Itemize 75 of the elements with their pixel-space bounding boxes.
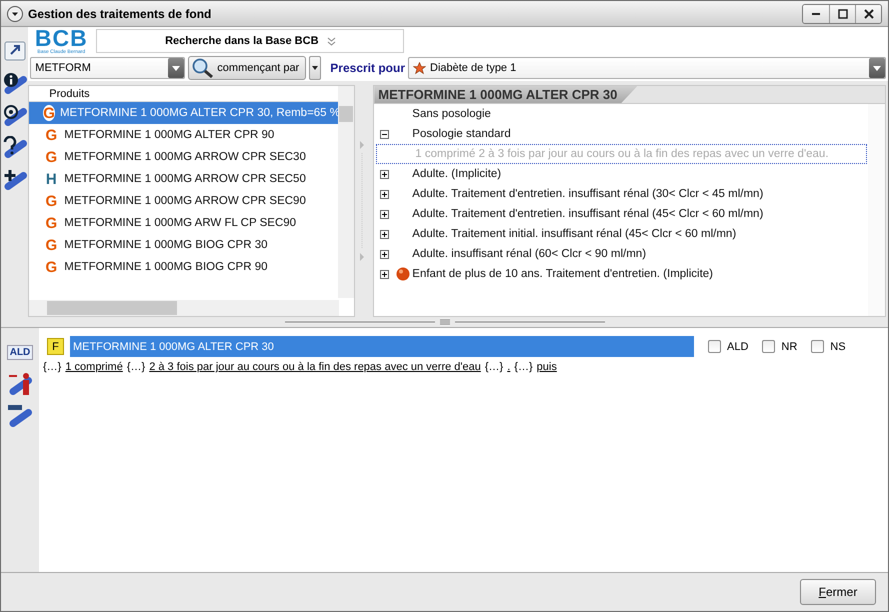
- maximize-icon: [838, 8, 848, 18]
- dosage-link[interactable]: 2 à 3 fois par jour au cours ou à la fin des repas avec un verre d'eau: [149, 361, 481, 373]
- caret-down-icon: [312, 66, 318, 70]
- search-mode-dropdown[interactable]: [309, 56, 322, 80]
- dosage-option[interactable]: Sans posologie: [412, 108, 491, 120]
- expand-icon[interactable]: [380, 190, 389, 198]
- flag-checkbox[interactable]: NR: [762, 340, 798, 353]
- dosage-option[interactable]: Adulte. Traitement d'entretien. insuffisant rénal (30< Clcr < 45 ml/mn): [412, 188, 764, 200]
- generic-letter: G: [43, 127, 60, 143]
- dosage-option[interactable]: Adulte. Traitement d'entretien. insuffisant rénal (45< Clcr < 60 ml/mn): [412, 208, 764, 220]
- minimize-button[interactable]: [803, 4, 829, 22]
- plus-pill-icon: [2, 168, 27, 190]
- generic-letter: G: [43, 215, 60, 231]
- dosage-link[interactable]: 1 comprimé: [65, 361, 123, 373]
- patient-pill-button[interactable]: [7, 372, 33, 396]
- splitter-grip-icon[interactable]: [284, 319, 604, 325]
- dosage-link[interactable]: .: [507, 361, 510, 373]
- pill-bandage-icon: [8, 405, 32, 427]
- dosage-option[interactable]: Adulte. insuffisant rénal (60< Clcr < 90 ml/mn): [412, 248, 646, 260]
- flag-checkbox[interactable]: ALD: [708, 340, 748, 353]
- caret-down-icon: [172, 66, 180, 70]
- horizontal-scrollbar[interactable]: [29, 300, 340, 316]
- placeholder-token[interactable]: {…}: [126, 361, 146, 373]
- close-button[interactable]: [855, 4, 881, 22]
- expand-icon[interactable]: [380, 170, 389, 178]
- chevrons-down-icon: [326, 36, 336, 46]
- collapse-icon[interactable]: [380, 130, 389, 138]
- drug-contact-button[interactable]: [2, 103, 28, 127]
- drug-info-button[interactable]: [2, 71, 28, 95]
- prescribed-for-label: Prescrit pour: [330, 61, 405, 75]
- generic-letter: G: [43, 259, 60, 275]
- dosage-option[interactable]: Adulte. (Implicite): [412, 168, 502, 180]
- pill-person-icon: [8, 373, 32, 395]
- dosage-option[interactable]: Posologie standard: [412, 128, 511, 140]
- menu-icon[interactable]: [7, 6, 23, 22]
- maximize-button[interactable]: [829, 4, 855, 22]
- close-dialog-button[interactable]: Fermer: [800, 579, 876, 605]
- caret-down-icon: [873, 66, 881, 70]
- dosage-option[interactable]: Adulte. Traitement initial. insuffisant rénal (45< Clcr < 60 ml/mn): [412, 228, 736, 240]
- add-drug-button[interactable]: [2, 167, 28, 191]
- drug-help-button[interactable]: [2, 135, 28, 159]
- placeholder-token[interactable]: {…}: [514, 361, 533, 373]
- generic-letter: G: [43, 149, 60, 165]
- expand-icon[interactable]: [380, 270, 389, 278]
- expand-icon[interactable]: [380, 250, 389, 258]
- search-field[interactable]: METFORM: [30, 57, 186, 79]
- search-mode-button[interactable]: commençant par: [188, 56, 306, 80]
- pill-bandage-button[interactable]: [7, 404, 33, 428]
- minimize-icon: [811, 12, 821, 14]
- star-icon: [413, 62, 426, 74]
- dosage-option[interactable]: Enfant de plus de 10 ans. Traitement d'entretien. (Implicite): [412, 268, 714, 280]
- maximize-panel-button[interactable]: [2, 39, 28, 63]
- format-badge: F: [47, 338, 64, 355]
- vertical-scrollbar[interactable]: [338, 86, 354, 298]
- generic-letter: G: [43, 105, 55, 121]
- close-icon: [864, 8, 874, 18]
- generic-letter: G: [43, 237, 60, 253]
- placeholder-token[interactable]: {…}: [484, 361, 504, 373]
- expand-icon[interactable]: [380, 230, 389, 238]
- splitter-handle-icon[interactable]: [359, 141, 366, 261]
- expand-icon[interactable]: [380, 210, 389, 218]
- window-title: Gestion des traitements de fond: [28, 6, 212, 20]
- dropdown-button[interactable]: [168, 58, 184, 78]
- flag-checkbox[interactable]: NS: [811, 340, 846, 353]
- question-pill-icon: [2, 136, 27, 158]
- generic-letter: G: [43, 193, 60, 209]
- search-icon: [192, 58, 214, 78]
- prescription-product[interactable]: METFORMINE 1 000MG ALTER CPR 30: [70, 336, 694, 357]
- prescribed-for-dropdown[interactable]: Diabète de type 1: [408, 57, 886, 79]
- placeholder-token[interactable]: {…}: [43, 361, 62, 373]
- dosage-link[interactable]: puis: [536, 361, 557, 373]
- vertical-scrollbar[interactable]: [868, 104, 885, 316]
- search-panel-header[interactable]: Recherche dans la Base BCB: [96, 29, 404, 53]
- dropdown-button[interactable]: [869, 58, 885, 78]
- at-pill-icon: [2, 104, 27, 126]
